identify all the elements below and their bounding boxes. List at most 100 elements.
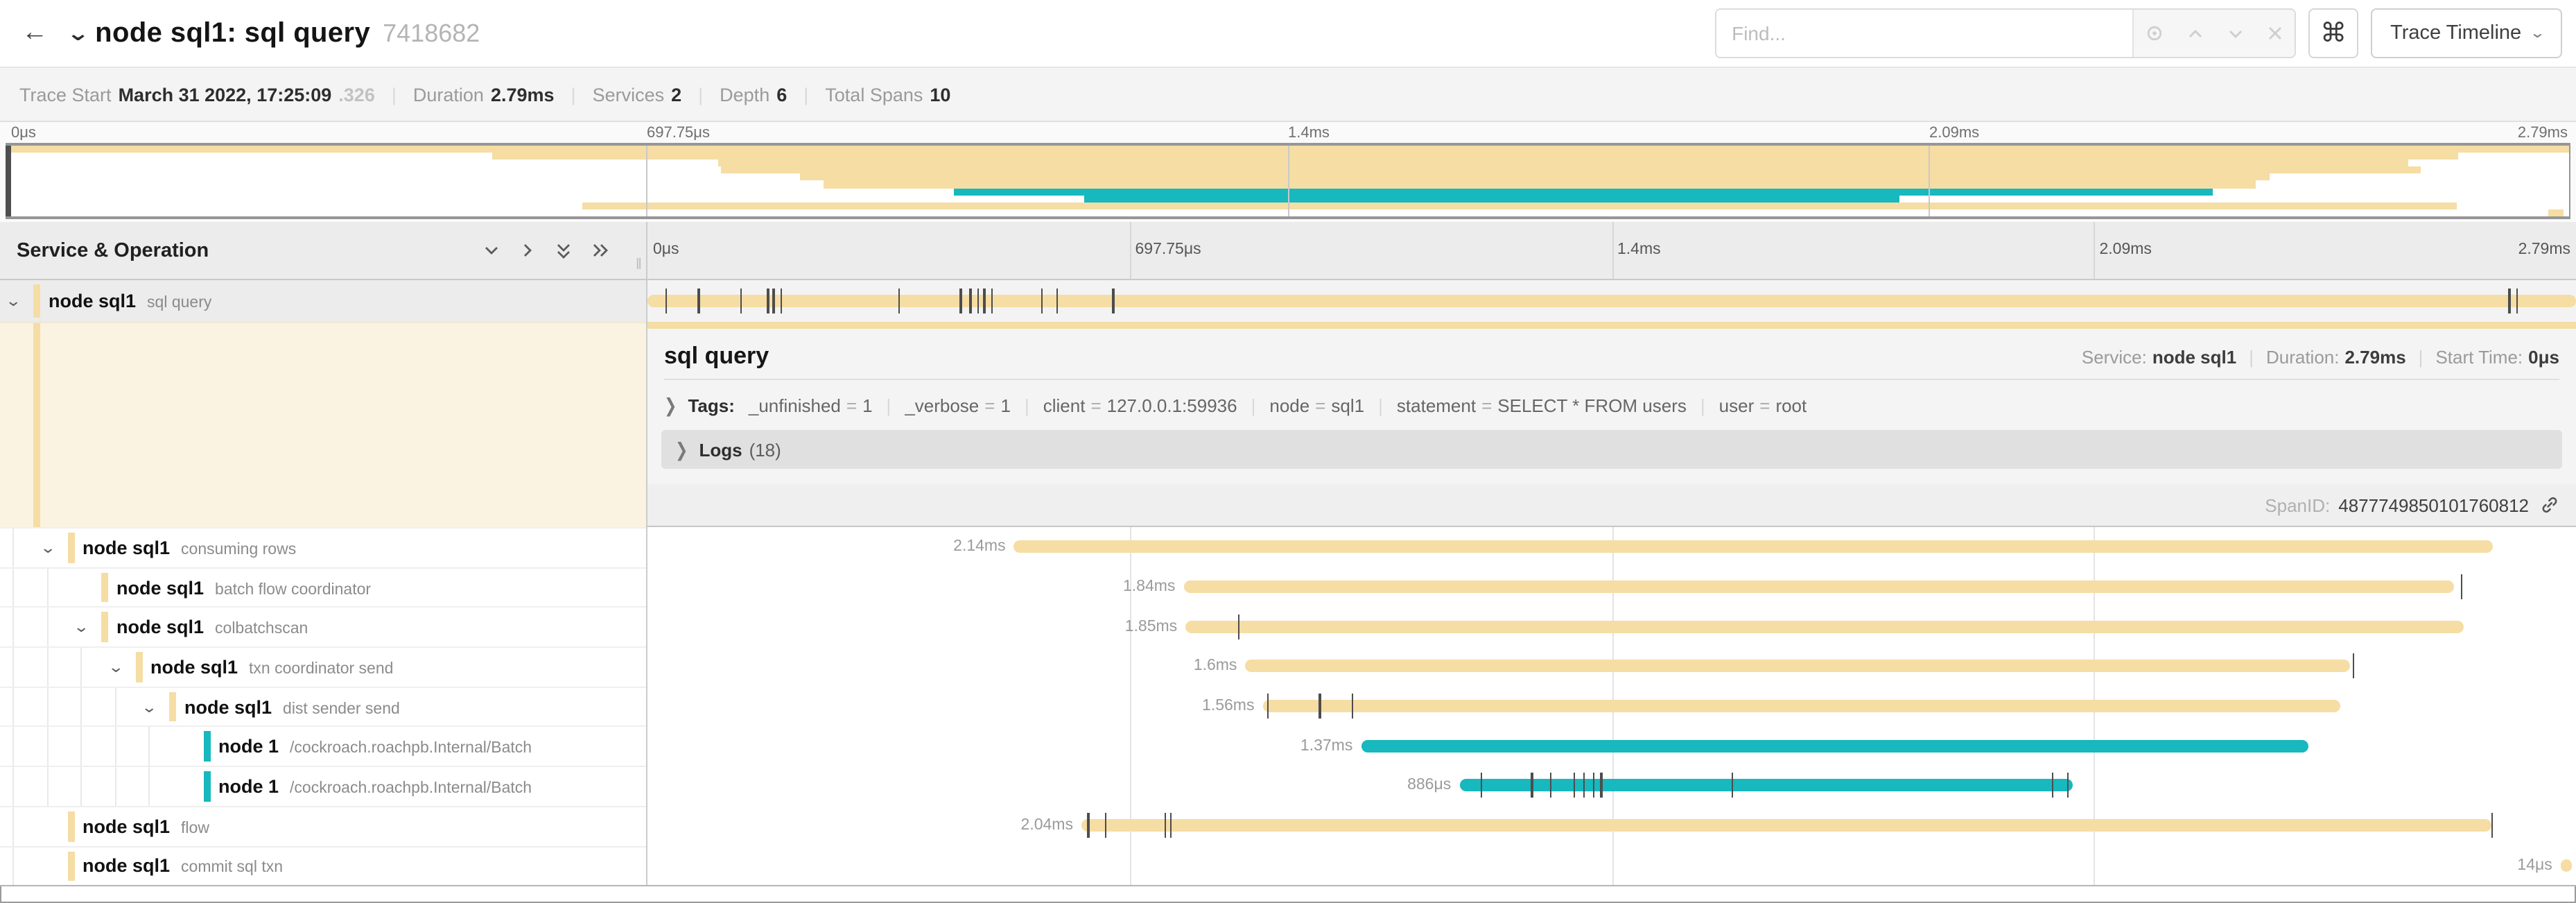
minimap-canvas[interactable] (6, 143, 2570, 219)
span-rows: ⌄node sql1sql query ⌄ node sql1consuming … (0, 280, 2576, 886)
detail-header: sql query Service: node sql1 | Duration:… (647, 329, 2576, 379)
find-clear-icon[interactable] (2267, 25, 2283, 42)
service-operation-header: Service & Operation ‖ (0, 222, 647, 279)
detail-duration-label: Duration: (2266, 347, 2340, 368)
back-button[interactable]: ← (14, 12, 55, 54)
column-resize-grip[interactable]: ‖ (636, 257, 643, 273)
tree-row-consuming-rows[interactable]: ⌄ node sql1consuming rows (0, 527, 646, 567)
span-duration-label: 1.84ms (1123, 578, 1175, 595)
expand-all-icon[interactable] (591, 241, 610, 259)
collapse-one-icon[interactable] (482, 241, 501, 259)
span-bar[interactable] (1185, 620, 2464, 633)
tags-row[interactable]: ❯ Tags: _unfinished=1|_verbose=1|client=… (647, 390, 2576, 422)
span-bar-row-4[interactable]: 1.6ms (647, 646, 2576, 686)
minimap-span-strip (721, 167, 2421, 174)
span-bar-row-0[interactable] (647, 280, 2576, 322)
log-tick (1731, 773, 1733, 798)
tree-row-txn-coordinator-send[interactable]: ⌄node sql1txn coordinator send (0, 646, 646, 686)
service-name: node 1/cockroach.roachpb.Internal/Batch (218, 737, 532, 757)
service-color-bar (101, 572, 108, 602)
row-expand-chevron-icon[interactable]: ⌄ (39, 539, 55, 557)
span-bar-row-2[interactable]: 1.84ms (647, 567, 2576, 606)
total-spans-value: 10 (930, 84, 950, 105)
service-name: node sql1flow (82, 816, 209, 836)
match-highlight-icon[interactable] (2145, 24, 2164, 43)
row-expand-chevron-icon[interactable]: ⌄ (5, 292, 21, 310)
span-bar-row-8[interactable]: 2.04ms (647, 806, 2576, 845)
tree-row-commit-sql-txn[interactable]: node sql1commit sql txn (0, 845, 646, 885)
trace-timeline-view-button[interactable]: Trace Timeline ⌄ (2371, 8, 2562, 58)
logs-expand-chevron-icon[interactable]: ❯ (675, 438, 688, 461)
span-bar-row-1[interactable]: 2.14ms (647, 527, 2576, 567)
log-tick (1319, 694, 1321, 719)
service-color-bar (67, 851, 74, 881)
operation-name: dist sender send (283, 700, 400, 717)
operation-name: consuming rows (181, 542, 296, 558)
ruler-tick-4: 2.79ms (2518, 241, 2570, 258)
timeline-ruler: 0μs 697.75μs 1.4ms 2.09ms 2.79ms (647, 222, 2576, 279)
span-bar[interactable] (1183, 580, 2454, 593)
span-bar[interactable] (647, 295, 2576, 307)
detail-duration-value: 2.79ms (2344, 347, 2405, 368)
span-bar[interactable] (1262, 700, 2340, 712)
service-name: node sql1consuming rows (82, 538, 296, 558)
minimap-ruler: 0μs 697.75μs 1.4ms 2.09ms 2.79ms (6, 122, 2570, 143)
find-input[interactable] (1716, 10, 2132, 57)
span-duration-label: 1.85ms (1125, 618, 1177, 635)
span-bar[interactable] (2561, 859, 2573, 872)
tree-row--cockroach-roachpb-internal-batch[interactable]: node 1/cockroach.roachpb.Internal/Batch (0, 766, 646, 805)
title-collapse-chevron-icon[interactable]: ⌄ (67, 21, 90, 46)
logs-row[interactable]: ❯ Logs (18) (661, 430, 2562, 469)
tree-row--cockroach-roachpb-internal-batch[interactable]: node 1/cockroach.roachpb.Internal/Batch (0, 726, 646, 766)
span-duration-label: 1.37ms (1300, 738, 1352, 755)
duration-label: Duration (413, 84, 484, 105)
ruler-tick-2: 1.4ms (1617, 241, 1661, 258)
service-name: node sql1batch flow coordinator (116, 577, 371, 598)
trace-start-fraction: .326 (338, 84, 375, 105)
log-tick (2352, 654, 2354, 679)
row-expand-chevron-icon[interactable]: ⌄ (73, 618, 89, 636)
find-group (1715, 8, 2296, 58)
row-expand-chevron-icon[interactable]: ⌄ (141, 698, 157, 716)
span-detail-panel: sql query Service: node sql1 | Duration:… (647, 322, 2576, 527)
tree-row-sql-query[interactable]: ⌄node sql1sql query (0, 280, 646, 322)
span-bar-row-9[interactable]: 14μs (647, 845, 2576, 885)
chevron-down-icon: ⌄ (2529, 26, 2545, 41)
copy-link-icon[interactable] (2540, 495, 2559, 515)
service-name: node sql1colbatchscan (116, 617, 308, 637)
trace-timeline-page: ← ⌄ node sql1: sql query 7418682 (0, 0, 2576, 903)
tag-list: _unfinished=1|_verbose=1|client=127.0.0.… (749, 395, 1807, 416)
tree-row-flow[interactable]: node sql1flow (0, 806, 646, 845)
span-bar[interactable] (1014, 541, 2494, 553)
tree-row-colbatchscan[interactable]: ⌄ node sql1colbatchscan (0, 607, 646, 646)
span-bar-row-7[interactable]: 886μs (647, 766, 2576, 805)
logs-label: Logs (699, 439, 742, 460)
tree-row-batch-flow-coordinator[interactable]: node sql1batch flow coordinator (0, 567, 646, 606)
row-expand-chevron-icon[interactable]: ⌄ (107, 658, 123, 676)
ruler-tick-3: 2.09ms (2100, 241, 2152, 258)
find-next-icon[interactable] (2227, 24, 2245, 42)
collapse-all-icon[interactable] (555, 241, 573, 260)
expand-one-icon[interactable] (519, 241, 537, 259)
span-bar-row-3[interactable]: 1.85ms (647, 607, 2576, 646)
tree-row-dist-sender-send[interactable]: ⌄node sql1dist sender send (0, 687, 646, 726)
minimap-drag-handle[interactable] (6, 146, 11, 216)
services-label: Services (593, 84, 665, 105)
span-bar[interactable] (1361, 740, 2308, 752)
log-tick (983, 289, 985, 313)
span-bar-row-5[interactable]: 1.56ms (647, 687, 2576, 726)
minimap-span-strip (1085, 195, 1900, 202)
log-tick (773, 289, 775, 313)
find-prev-icon[interactable] (2186, 24, 2204, 42)
span-bar[interactable] (1245, 660, 2350, 673)
duration-value: 2.79ms (491, 84, 555, 105)
span-bar-row-6[interactable]: 1.37ms (647, 726, 2576, 766)
log-tick (977, 289, 980, 313)
span-bar[interactable] (1081, 819, 2491, 832)
log-tick (1481, 773, 1483, 798)
keyboard-shortcuts-button[interactable]: ⌘ (2308, 8, 2358, 58)
tags-expand-chevron-icon[interactable]: ❯ (664, 395, 677, 418)
log-tick (697, 289, 699, 313)
span-tree: ⌄node sql1sql query ⌄ node sql1consuming … (0, 280, 647, 885)
detail-starttime-label: Start Time: (2435, 347, 2523, 368)
